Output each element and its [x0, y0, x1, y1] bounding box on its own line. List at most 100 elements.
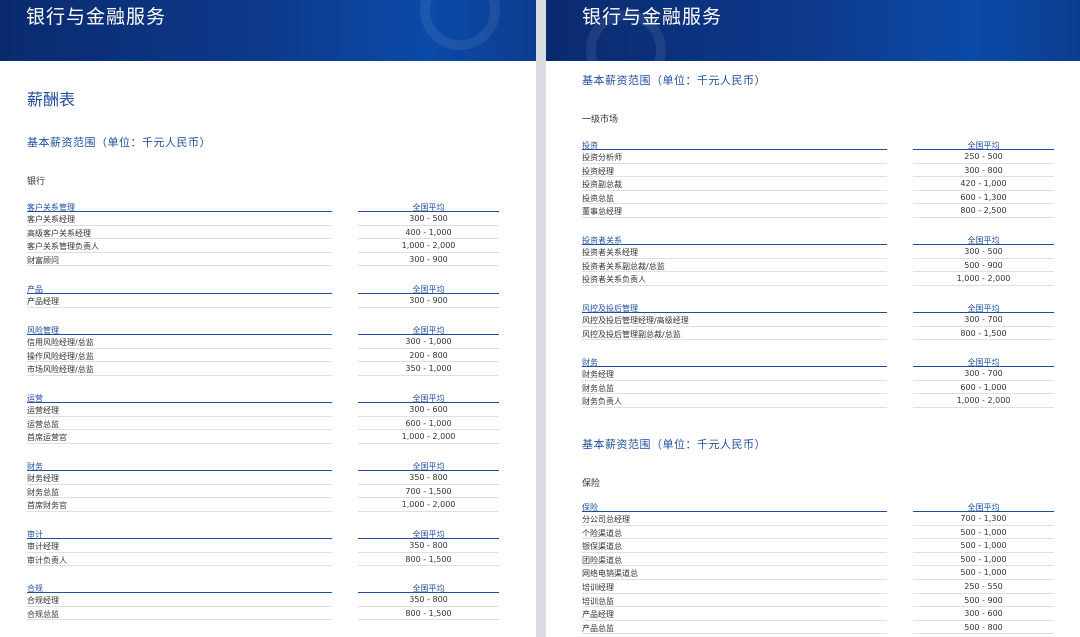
salary-table: 客户关系管理 全国平均 客户关系经理 300 - 500 高级客户关系经理 400 - 1… — [27, 200, 499, 267]
table-row: 合规总监 800 - 1,500 — [27, 607, 499, 621]
salary-range: 300 - 900 — [409, 296, 448, 305]
banner-title: 银行与金融服务 — [26, 6, 167, 28]
salary-range: 600 - 1,000 — [960, 382, 1007, 392]
table-row: 网络电销渠道总 500 - 1,000 — [582, 566, 1054, 580]
job-title: 审计负责人 — [27, 555, 67, 565]
salary-range: 300 - 900 — [409, 254, 448, 264]
job-title: 投资者关系负责人 — [582, 275, 646, 285]
subsection-label: 银行 — [27, 177, 46, 187]
section-title: 基本薪资范围（单位：千元人民币） — [582, 74, 766, 87]
row-rule — [358, 265, 499, 267]
salary-table: 风控及投后管理 全国平均 风控及投后管理经理/高级经理 300 - 700 风控及投后管… — [582, 301, 1054, 341]
salary-range: 500 - 900 — [964, 595, 1003, 605]
salary-range: 300 - 1,000 — [405, 337, 452, 346]
table-row: 投资副总裁 420 - 1,000 — [582, 177, 1054, 191]
salary-table: 财务 全国平均 财务经理 300 - 700 财务总监 600 - 1,000 财务负责人 1… — [582, 355, 1054, 408]
table-header: 审计 全国平均 — [27, 527, 499, 539]
table-row: 首席运营官 1,000 - 2,000 — [27, 430, 499, 444]
row-rule — [27, 442, 332, 444]
salary-range: 250 - 500 — [964, 152, 1003, 161]
salary-table: 合规 全国平均 合规经理 350 - 800 合规总监 800 - 1,500 — [27, 581, 499, 621]
job-title: 投资副总裁 — [582, 180, 622, 190]
row-rule — [582, 339, 887, 341]
table-row: 团险渠道总 500 - 1,000 — [582, 553, 1054, 567]
table-row: 产品经理 300 - 600 — [582, 607, 1054, 621]
salary-range: 500 - 900 — [964, 260, 1003, 270]
row-rule — [358, 565, 499, 567]
salary-range: 300 - 600 — [409, 405, 448, 414]
salary-range: 500 - 1,000 — [960, 541, 1007, 551]
job-title: 客户关系经理 — [27, 215, 75, 224]
row-rule — [27, 265, 332, 267]
salary-range: 400 - 1,000 — [405, 227, 452, 237]
row-rule — [358, 619, 499, 621]
salary-range: 800 - 1,500 — [960, 328, 1007, 338]
table-header: 风险管理 全国平均 — [27, 323, 499, 335]
job-title: 网络电销渠道总 — [582, 569, 638, 579]
salary-range: 350 - 800 — [409, 541, 448, 550]
job-title: 财务总监 — [582, 383, 614, 393]
row-rule — [582, 633, 887, 635]
table-row: 审计负责人 800 - 1,500 — [27, 553, 499, 567]
job-title: 投资分析师 — [582, 153, 622, 162]
banner-title: 银行与金融服务 — [582, 6, 723, 28]
salary-range: 500 - 1,000 — [960, 527, 1007, 537]
job-title: 投资者关系副总裁/总监 — [582, 261, 665, 271]
salary-range: 300 - 700 — [964, 369, 1003, 378]
row-rule — [913, 633, 1054, 635]
salary-table: 运营 全国平均 运营经理 300 - 600 运营总监 600 - 1,000 首席运营官 1… — [27, 391, 499, 444]
row-rule — [582, 406, 887, 408]
table-row: 首席财务官 1,000 - 2,000 — [27, 498, 499, 512]
job-title: 分公司总经理 — [582, 515, 630, 524]
job-title: 银保渠道总 — [582, 542, 622, 552]
table-row: 客户关系管理负责人 1,000 - 2,000 — [27, 239, 499, 253]
job-title: 个险渠道总 — [582, 528, 622, 538]
table-header: 保险 全国平均 — [582, 500, 1054, 512]
salary-range: 420 - 1,000 — [960, 179, 1007, 189]
job-title: 合规总监 — [27, 609, 59, 619]
salary-range: 300 - 800 — [964, 165, 1003, 175]
table-header: 客户关系管理 全国平均 — [27, 200, 499, 212]
salary-range: 1,000 - 2,000 — [956, 396, 1011, 406]
salary-range: 500 - 1,000 — [960, 554, 1007, 564]
job-title: 运营总监 — [27, 419, 59, 429]
banner-decoration — [420, 0, 500, 50]
table-header: 财务 全国平均 — [27, 459, 499, 471]
salary-range: 700 - 1,300 — [960, 514, 1007, 523]
table-row: 运营经理 300 - 600 — [27, 403, 499, 417]
table-row: 财务总监 700 - 1,500 — [27, 485, 499, 499]
table-row: 财务总监 600 - 1,000 — [582, 381, 1054, 395]
salary-range: 600 - 1,300 — [960, 192, 1007, 202]
row-rule — [913, 216, 1054, 218]
job-title: 首席运营官 — [27, 433, 67, 443]
job-title: 合规经理 — [27, 596, 59, 605]
salary-range: 250 - 550 — [964, 581, 1003, 591]
page-title: 薪酬表 — [27, 90, 76, 109]
job-title: 风控及投后管理副总裁/总监 — [582, 329, 681, 339]
table-row: 投资分析师 250 - 500 — [582, 150, 1054, 164]
salary-range: 350 - 800 — [409, 595, 448, 604]
table-header: 投资 全国平均 — [582, 138, 1054, 150]
table-header: 产品 全国平均 — [27, 282, 499, 294]
job-title: 产品总监 — [582, 623, 614, 633]
salary-range: 500 - 800 — [964, 622, 1003, 632]
header-banner: 银行与金融服务 — [0, 0, 536, 61]
salary-table: 风险管理 全国平均 信用风险经理/总监 300 - 1,000 操作风险经理/总监 200… — [27, 323, 499, 376]
table-row: 产品总监 500 - 800 — [582, 621, 1054, 635]
table-header: 财务 全国平均 — [582, 355, 1054, 367]
job-title: 财务经理 — [27, 474, 59, 483]
table-row: 投资经理 300 - 800 — [582, 164, 1054, 178]
salary-table: 投资 全国平均 投资分析师 250 - 500 投资经理 300 - 800 投资副总裁 42… — [582, 138, 1054, 218]
row-rule — [913, 406, 1054, 408]
table-row: 客户关系经理 300 - 500 — [27, 212, 499, 226]
table-row: 合规经理 350 - 800 — [27, 593, 499, 607]
salary-table: 审计 全国平均 审计经理 350 - 800 审计负责人 800 - 1,500 — [27, 527, 499, 567]
salary-table: 财务 全国平均 财务经理 350 - 800 财务总监 700 - 1,500 首席财务官 1… — [27, 459, 499, 512]
job-title: 信用风险经理/总监 — [27, 338, 94, 347]
salary-table: 投资者关系 全国平均 投资者关系经理 300 - 500 投资者关系副总裁/总监 500 … — [582, 233, 1054, 286]
row-rule — [27, 565, 332, 567]
table-row: 产品经理 300 - 900 — [27, 294, 499, 308]
table-row: 信用风险经理/总监 300 - 1,000 — [27, 335, 499, 349]
table-row: 财务经理 350 - 800 — [27, 471, 499, 485]
page-right: 银行与金融服务 基本薪资范围（单位：千元人民币） 一级市场 基本薪资范围（单位：… — [546, 0, 1080, 637]
